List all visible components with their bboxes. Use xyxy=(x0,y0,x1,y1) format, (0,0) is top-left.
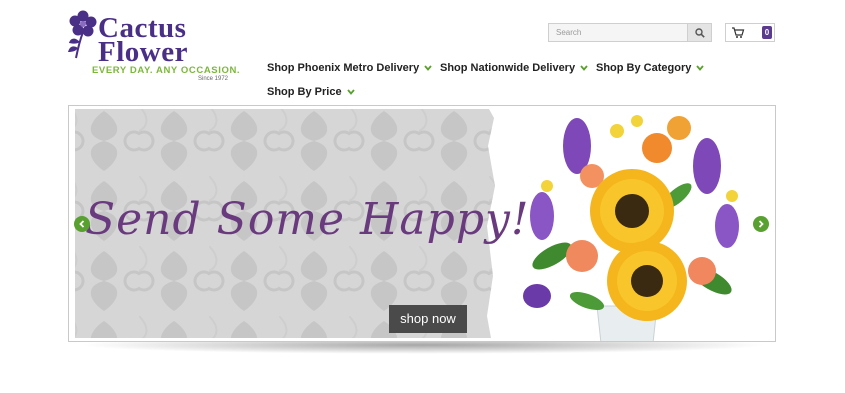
hero-headline: Send Some Happy! xyxy=(85,194,530,245)
nav-shop-by-price[interactable]: Shop By Price xyxy=(267,86,355,98)
logo-text-line2: Flower xyxy=(98,36,188,68)
cart-button[interactable]: 0 xyxy=(725,23,775,42)
search-input[interactable] xyxy=(549,24,687,41)
carousel-next-button[interactable] xyxy=(753,216,769,232)
flower-icon xyxy=(68,10,97,59)
logo-since: Since 1972 xyxy=(198,76,229,82)
chevron-down-icon xyxy=(424,65,432,71)
logo-tagline: EVERY DAY. ANY OCCASION. xyxy=(92,65,241,76)
chevron-down-icon xyxy=(696,65,705,71)
cart-icon xyxy=(732,27,745,38)
search-button[interactable] xyxy=(687,24,711,41)
hero-banner[interactable]: Send Some Happy! shop now xyxy=(68,105,776,342)
site-logo[interactable]: Cactus Flower EVERY DAY. ANY OCCASION. S… xyxy=(66,10,246,84)
chevron-right-icon xyxy=(758,220,764,228)
shop-now-button[interactable]: shop now xyxy=(389,305,467,333)
search-box xyxy=(548,23,712,42)
bouquet-image xyxy=(523,115,739,341)
sunflower xyxy=(607,241,687,321)
chevron-down-icon xyxy=(580,65,588,71)
chevron-down-icon xyxy=(346,89,355,95)
nav-shop-by-category[interactable]: Shop By Category xyxy=(596,62,705,74)
nav-shop-nationwide[interactable]: Shop Nationwide Delivery xyxy=(440,62,588,74)
nav-label: Shop By Category xyxy=(596,62,692,74)
nav-label: Shop Nationwide Delivery xyxy=(440,62,576,74)
cart-count-badge: 0 xyxy=(762,26,772,39)
sunflower xyxy=(590,169,674,253)
carousel-prev-button[interactable] xyxy=(74,216,90,232)
nav-shop-phoenix-metro[interactable]: Shop Phoenix Metro Delivery xyxy=(267,62,432,74)
nav-label: Shop Phoenix Metro Delivery xyxy=(267,62,420,74)
search-icon xyxy=(694,27,705,38)
chevron-left-icon xyxy=(79,220,85,228)
nav-label: Shop By Price xyxy=(267,86,342,98)
